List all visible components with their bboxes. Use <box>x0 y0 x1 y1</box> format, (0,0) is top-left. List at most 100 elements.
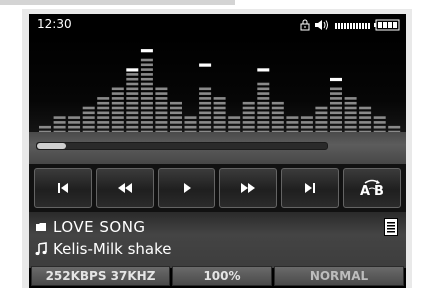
eq-bar-segment <box>228 121 241 124</box>
eq-bar-segment <box>271 125 284 129</box>
ab-repeat-button[interactable]: A B <box>343 168 401 208</box>
eq-bar-segment <box>97 111 110 115</box>
top-strip-bar <box>0 0 235 5</box>
eq-bar-segment <box>126 92 139 95</box>
top-strip <box>0 0 421 7</box>
eq-bar-segment <box>140 77 153 81</box>
next-track-icon <box>305 183 316 193</box>
eq-bar-segment <box>330 92 342 95</box>
fast-forward-button[interactable] <box>219 168 278 208</box>
eq-bar-segment <box>330 121 342 124</box>
progress-area <box>29 132 406 164</box>
eq-bar-segment <box>126 101 139 105</box>
eq-bar-segment <box>286 125 299 129</box>
eq-bar-segment <box>111 121 124 124</box>
next-button[interactable] <box>281 168 340 208</box>
svg-text:B: B <box>374 184 384 198</box>
eq-bar-segment <box>97 121 110 124</box>
eq-bar-segment <box>242 101 255 105</box>
eq-bar-segment <box>330 116 342 119</box>
eq-bar-segment <box>140 63 153 67</box>
battery-icon <box>374 19 400 31</box>
eq-bar-segment <box>344 97 357 100</box>
eq-bar-segment <box>330 125 342 129</box>
play-icon <box>183 183 191 193</box>
eq-bar-segment <box>330 106 342 110</box>
eq-bar-segment <box>97 106 110 110</box>
eq-bar-segment <box>271 116 284 119</box>
player-screen: 12:30 A B LOVE SONG Kelis-Milk shake 252… <box>29 14 406 288</box>
fast-forward-icon <box>241 183 256 193</box>
eq-peak-marker <box>126 68 139 72</box>
eq-bar-segment <box>140 82 153 86</box>
progress-bar[interactable] <box>36 142 328 150</box>
eq-bar-segment <box>126 106 139 110</box>
folder-row: LOVE SONG <box>35 218 146 236</box>
eq-bar-segment <box>315 111 328 115</box>
eq-bar-segment <box>126 121 139 124</box>
status-icons <box>299 18 400 32</box>
eq-bar-segment <box>82 111 95 115</box>
eq-bar-segment <box>257 125 270 129</box>
eq-bar-segment <box>53 116 66 119</box>
eq-bar-segment <box>344 121 357 124</box>
eq-bar-segment <box>126 97 139 100</box>
status-bar: 12:30 <box>29 14 406 36</box>
eq-bar-segment <box>359 121 372 124</box>
eq-bar-segment <box>199 125 212 129</box>
eq-bar-segment <box>300 121 313 124</box>
folder-icon <box>36 223 46 231</box>
ab-repeat-icon: A B <box>360 179 384 198</box>
eq-bar-segment <box>170 116 182 119</box>
eq-bar-segment <box>155 97 168 100</box>
eq-bar-segment <box>170 125 182 129</box>
eq-peak-marker <box>199 63 212 67</box>
music-note-icon <box>35 242 47 256</box>
eq-bar-segment <box>344 106 357 110</box>
eq-bar-segment <box>271 111 284 115</box>
eq-bar-segment <box>257 101 270 105</box>
previous-track-icon <box>57 183 68 193</box>
eq-mode[interactable]: NORMAL <box>274 266 404 286</box>
eq-bar-segment <box>97 116 110 119</box>
eq-peak-marker <box>140 49 153 53</box>
eq-bar-segment <box>155 125 168 129</box>
eq-bar-segment <box>344 111 357 115</box>
eq-bar-segment <box>184 125 197 129</box>
progress-fill <box>37 143 66 149</box>
eq-peak-marker <box>257 68 270 72</box>
eq-bar-segment <box>170 111 182 115</box>
eq-bar-segment <box>359 106 372 110</box>
eq-bar-segment <box>257 106 270 110</box>
playlist-icon[interactable] <box>384 218 398 236</box>
eq-bar-segment <box>97 101 110 105</box>
bitrate-label: 252KBPS 37KHZ <box>31 266 170 286</box>
eq-bar-segment <box>213 121 226 124</box>
eq-bar-segment <box>213 101 226 105</box>
eq-bar-segment <box>271 101 284 105</box>
eq-bar-segment <box>315 125 328 129</box>
volume-level-icon <box>335 23 370 29</box>
eq-bar-segment <box>97 125 110 129</box>
eq-bar-segment <box>257 97 270 100</box>
lock-icon <box>300 19 310 31</box>
rewind-button[interactable] <box>95 168 154 208</box>
equalizer-visualizer <box>29 36 406 144</box>
eq-bar-segment <box>126 111 139 115</box>
eq-bar-segment <box>68 121 81 124</box>
eq-bar-segment <box>271 106 284 110</box>
play-button[interactable] <box>157 168 216 208</box>
eq-bar-segment <box>300 125 313 129</box>
volume-icon <box>315 20 328 30</box>
eq-bar-segment <box>228 116 241 119</box>
track-name: Kelis-Milk shake <box>53 240 172 258</box>
eq-peak-marker <box>330 77 342 82</box>
eq-bar-segment <box>126 116 139 119</box>
eq-bar-segment <box>53 121 66 124</box>
track-row: Kelis-Milk shake <box>35 240 172 258</box>
eq-bar-segment <box>199 116 212 119</box>
eq-bar-segment <box>199 87 212 91</box>
previous-button[interactable] <box>34 168 92 208</box>
eq-bar-segment <box>126 73 139 76</box>
eq-bar-segment <box>373 121 386 124</box>
